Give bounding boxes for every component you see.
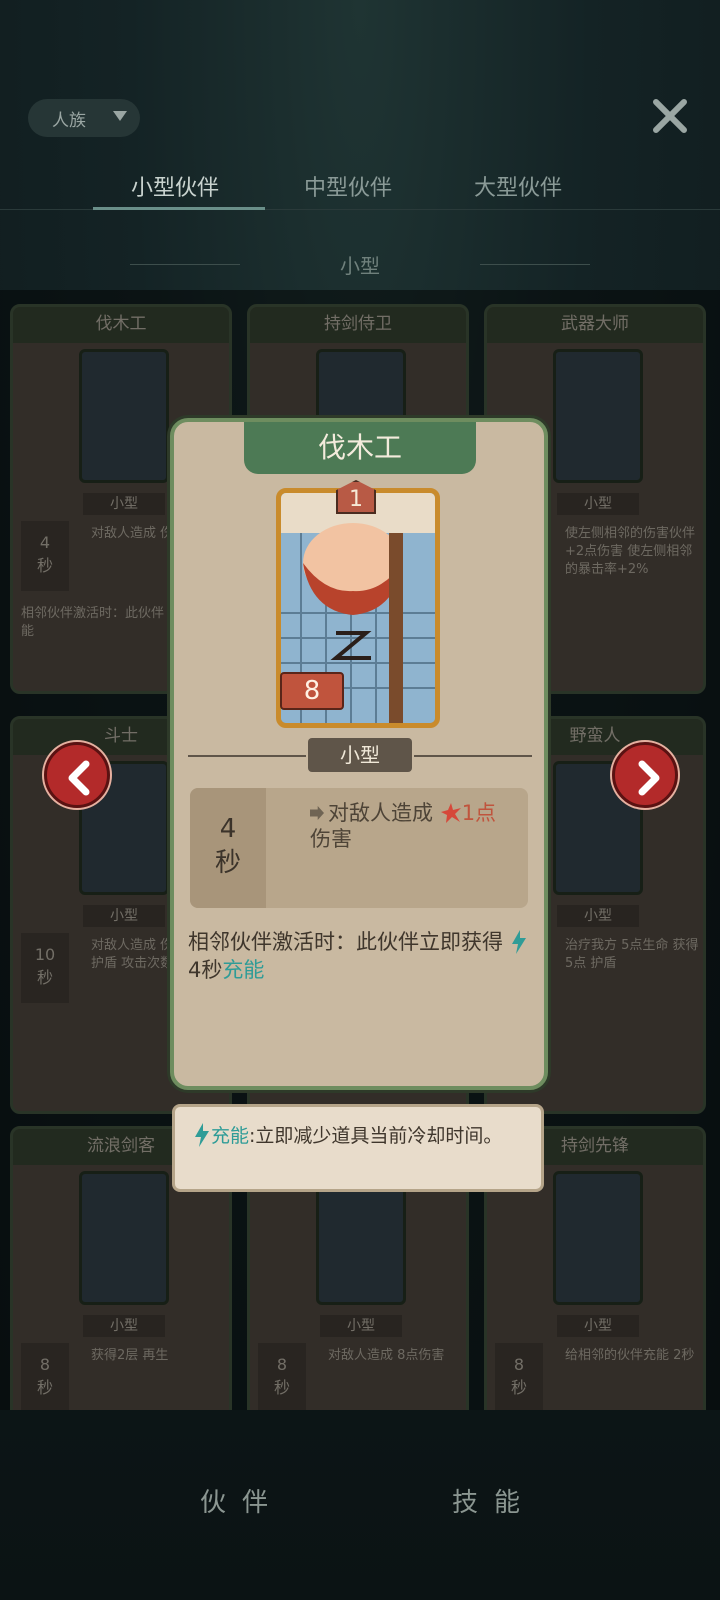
cooldown-value: 4 [219, 814, 237, 844]
charge-icon [511, 930, 526, 954]
bottom-tab-partners[interactable]: 伙伴 [200, 1482, 284, 1519]
modal-title: 伐木工 [244, 422, 476, 474]
filter-icon [113, 111, 127, 121]
ability-value: 1点 [461, 801, 497, 825]
previous-button[interactable] [44, 742, 110, 808]
active-tab-indicator [93, 207, 265, 210]
passive-value: 4秒 [188, 958, 223, 982]
ability-prefix: 对敌人造成 [328, 801, 433, 825]
passive-text: 相邻伙伴激活时：此伙伴立即获得 4秒充能 [188, 928, 538, 984]
section-header: 小型 [0, 250, 720, 280]
ability-suffix: 伤害 [310, 827, 352, 851]
bottom-tab-skills[interactable]: 技能 [452, 1482, 536, 1519]
ornament-left [188, 755, 306, 757]
cooldown-box: 4 秒 [190, 788, 266, 908]
faction-filter-dropdown[interactable]: 人族 [28, 99, 140, 137]
bottom-nav [0, 1410, 720, 1600]
section-title: 小型 [340, 254, 380, 278]
cooldown-unit: 秒 [214, 848, 241, 878]
chevron-left-icon [68, 760, 90, 796]
tooltip-text: :立即减少道具当前冷却时间。 [249, 1125, 503, 1147]
arrow-icon [310, 806, 324, 820]
section-divider-left [130, 264, 240, 265]
damage-icon [440, 803, 461, 823]
partner-detail-modal: 伐木工 1 8 小型 4 秒 对敌人造成 1点 伤害 相邻伙伴激活时：此伙伴立即… [170, 418, 548, 1090]
tab-small-partners[interactable]: 小型伙伴 [90, 170, 260, 202]
ability-panel: 4 秒 对敌人造成 1点 伤害 [190, 788, 528, 908]
close-icon[interactable] [650, 96, 690, 136]
passive-keyword: 充能 [222, 958, 265, 982]
section-divider-right [480, 264, 590, 265]
tooltip-keyword: 充能 [211, 1125, 250, 1147]
ability-text: 对敌人造成 1点 伤害 [310, 800, 516, 852]
chevron-right-icon [638, 760, 660, 796]
attack-badge: 8 [280, 672, 344, 710]
tab-bar: 小型伙伴 中型伙伴 大型伙伴 [0, 160, 720, 210]
passive-prefix: 相邻伙伴激活时：此伙伴立即获得 [188, 930, 503, 954]
level-badge: 1 [336, 480, 376, 514]
tab-medium-partners[interactable]: 中型伙伴 [263, 170, 433, 202]
faction-label: 人族 [52, 110, 86, 131]
keyword-tooltip: 充能:立即减少道具当前冷却时间。 [172, 1104, 544, 1192]
ornament-right [414, 755, 532, 757]
tab-large-partners[interactable]: 大型伙伴 [433, 170, 603, 202]
charge-icon [195, 1123, 209, 1147]
next-button[interactable] [612, 742, 678, 808]
size-tag: 小型 [308, 738, 412, 772]
